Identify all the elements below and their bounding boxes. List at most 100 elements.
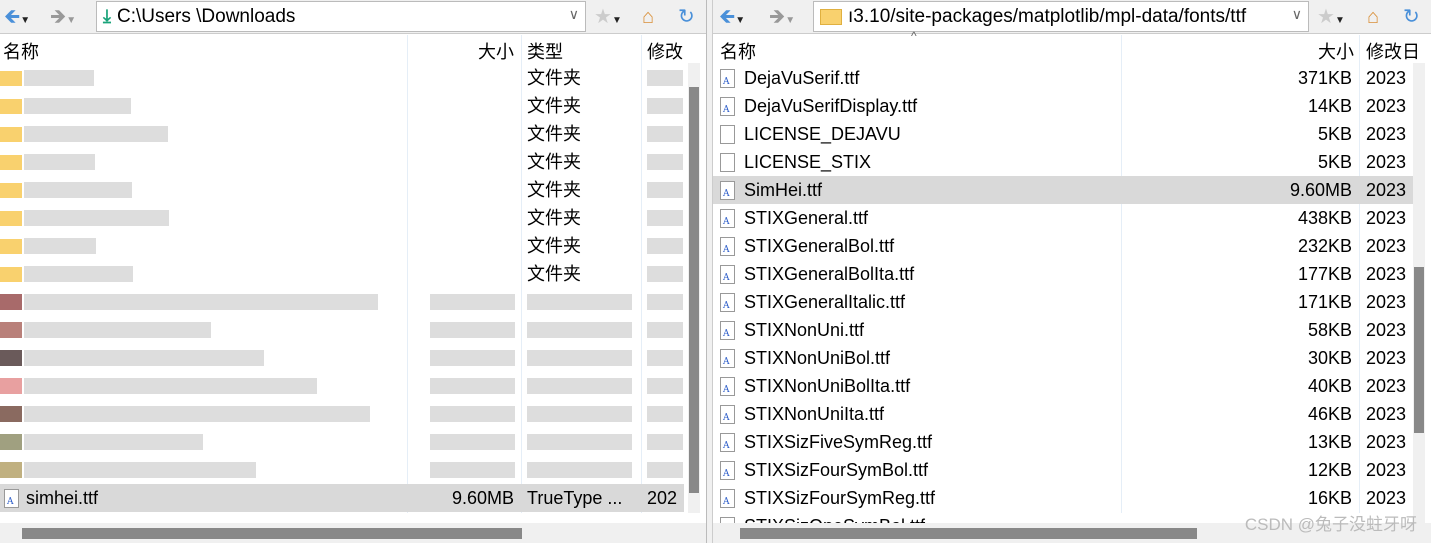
file-row[interactable]: STIXGeneral.ttf 438KB 2023	[713, 204, 1413, 232]
home-icon[interactable]: ⌂	[642, 6, 654, 28]
file-name: STIXGeneralBolIta.ttf	[744, 264, 915, 284]
blurred-size	[430, 378, 515, 394]
file-row[interactable]: STIXSizFourSymReg.ttf 16KB 2023	[713, 484, 1413, 512]
file-row[interactable]: LICENSE_DEJAVU 5KB 2023	[713, 120, 1413, 148]
file-size: 46KB	[1307, 404, 1352, 424]
home-icon[interactable]: ⌂	[1367, 6, 1379, 28]
blurred-name	[24, 322, 211, 338]
file-row[interactable]: STIXGeneralItalic.ttf 171KB 2023	[713, 288, 1413, 316]
folder-row[interactable]: 文件夹	[0, 148, 684, 176]
folder-row[interactable]: 文件夹	[0, 204, 684, 232]
pane-splitter[interactable]	[706, 0, 713, 543]
col-type[interactable]: 类型	[527, 38, 563, 64]
file-modified: 2023	[1366, 68, 1407, 88]
font-file-icon	[720, 181, 735, 200]
file-row[interactable]	[0, 400, 684, 428]
column-header: 名称 大小 类型 修改	[0, 35, 706, 63]
file-thumbnail-icon	[0, 294, 22, 310]
file-row[interactable]: SimHei.ttf 9.60MB 2023	[713, 176, 1413, 204]
blurred-date	[647, 154, 683, 170]
chevron-down-icon[interactable]: ∨	[569, 6, 579, 23]
folder-row[interactable]: 文件夹	[0, 176, 684, 204]
address-bar[interactable]: ı3.10/site-packages/matplotlib/mpl-data/…	[813, 1, 1309, 32]
file-row[interactable]	[0, 344, 684, 372]
col-name[interactable]: 名称	[720, 38, 756, 64]
folder-row[interactable]: 文件夹	[0, 92, 684, 120]
folder-row[interactable]: 文件夹	[0, 120, 684, 148]
file-row[interactable]	[0, 372, 684, 400]
file-type: 文件夹	[527, 124, 581, 144]
blurred-date	[647, 378, 683, 394]
bookmark-star-icon[interactable]: ★▼	[1317, 6, 1345, 32]
file-row[interactable]: DejaVuSerifDisplay.ttf 14KB 2023	[713, 92, 1413, 120]
file-modified: 2023	[1366, 180, 1407, 200]
chevron-down-icon[interactable]: ∨	[1292, 6, 1302, 23]
file-row[interactable]: STIXGeneralBolIta.ttf 177KB 2023	[713, 260, 1413, 288]
col-modified[interactable]: 修改日	[1366, 38, 1420, 64]
download-icon: ⤓	[103, 6, 111, 26]
file-row[interactable]: STIXSizFourSymBol.ttf 12KB 2023	[713, 456, 1413, 484]
folder-icon	[0, 155, 22, 170]
forward-button[interactable]: 🡺▼	[50, 6, 76, 32]
right-vertical-scrollbar[interactable]	[1413, 63, 1425, 523]
file-modified: 2023	[1366, 264, 1407, 284]
col-size[interactable]: 大小	[1318, 38, 1354, 64]
file-row[interactable]	[0, 456, 684, 484]
blurred-name	[24, 154, 95, 170]
blurred-name	[24, 238, 96, 254]
file-size: 9.60MB	[1289, 180, 1352, 200]
file-modified: 2023	[1366, 404, 1407, 424]
file-row[interactable]: STIXGeneralBol.ttf 232KB 2023	[713, 232, 1413, 260]
file-row[interactable]	[0, 316, 684, 344]
file-row[interactable]	[0, 288, 684, 316]
file-row[interactable]	[0, 428, 684, 456]
address-bar[interactable]: ⤓ C:\Users \Downloads ∨	[96, 1, 586, 32]
file-size: 30KB	[1307, 348, 1352, 368]
bookmark-star-icon[interactable]: ★▼	[594, 6, 622, 32]
blurred-name	[24, 126, 168, 142]
file-row[interactable]: STIXNonUniIta.ttf 46KB 2023	[713, 400, 1413, 428]
left-horizontal-scrollbar[interactable]	[0, 523, 706, 543]
blurred-type	[527, 378, 632, 394]
font-file-icon	[720, 321, 735, 340]
file-modified: 2023	[1366, 208, 1407, 228]
col-name[interactable]: 名称	[3, 38, 39, 64]
blurred-date	[647, 322, 683, 338]
file-modified: 2023	[1366, 432, 1407, 452]
file-row[interactable]: STIXNonUni.ttf 58KB 2023	[713, 316, 1413, 344]
refresh-icon[interactable]: ↻	[678, 6, 695, 28]
file-row[interactable]: STIXNonUniBol.ttf 30KB 2023	[713, 344, 1413, 372]
file-modified: 2023	[1366, 292, 1407, 312]
folder-icon	[0, 239, 22, 254]
file-row-simhei[interactable]: simhei.ttf 9.60MB TrueType ... 202	[0, 484, 684, 512]
file-modified: 2023	[1366, 460, 1407, 480]
col-size[interactable]: 大小	[478, 38, 514, 64]
file-modified: 2023	[1366, 152, 1407, 172]
file-name: SimHei.ttf	[744, 180, 823, 200]
blurred-date	[647, 462, 683, 478]
file-modified: 2023	[1366, 488, 1407, 508]
font-file-icon	[720, 293, 735, 312]
back-button[interactable]: 🡸▼	[4, 6, 30, 32]
blurred-date	[647, 238, 683, 254]
folder-row[interactable]: 文件夹	[0, 232, 684, 260]
blurred-name	[24, 434, 203, 450]
file-modified: 2023	[1366, 376, 1407, 396]
folder-row[interactable]: 文件夹	[0, 64, 684, 92]
file-row[interactable]: DejaVuSerif.ttf 371KB 2023	[713, 64, 1413, 92]
file-modified: 202	[647, 488, 678, 508]
file-row[interactable]: STIXNonUniBolIta.ttf 40KB 2023	[713, 372, 1413, 400]
file-row[interactable]: LICENSE_STIX 5KB 2023	[713, 148, 1413, 176]
file-thumbnail-icon	[0, 462, 22, 478]
left-vertical-scrollbar[interactable]	[688, 63, 700, 513]
refresh-icon[interactable]: ↻	[1403, 6, 1420, 28]
file-row[interactable]: STIXSizFiveSymReg.ttf 13KB 2023	[713, 428, 1413, 456]
file-modified: 2023	[1366, 348, 1407, 368]
sort-ascending-icon: ^	[911, 29, 917, 43]
forward-button[interactable]: 🡺▼	[769, 6, 795, 32]
font-file-icon	[4, 489, 19, 508]
blurred-date	[647, 182, 683, 198]
back-button[interactable]: 🡸▼	[719, 6, 745, 32]
col-modified[interactable]: 修改	[647, 38, 683, 64]
folder-row[interactable]: 文件夹	[0, 260, 684, 288]
